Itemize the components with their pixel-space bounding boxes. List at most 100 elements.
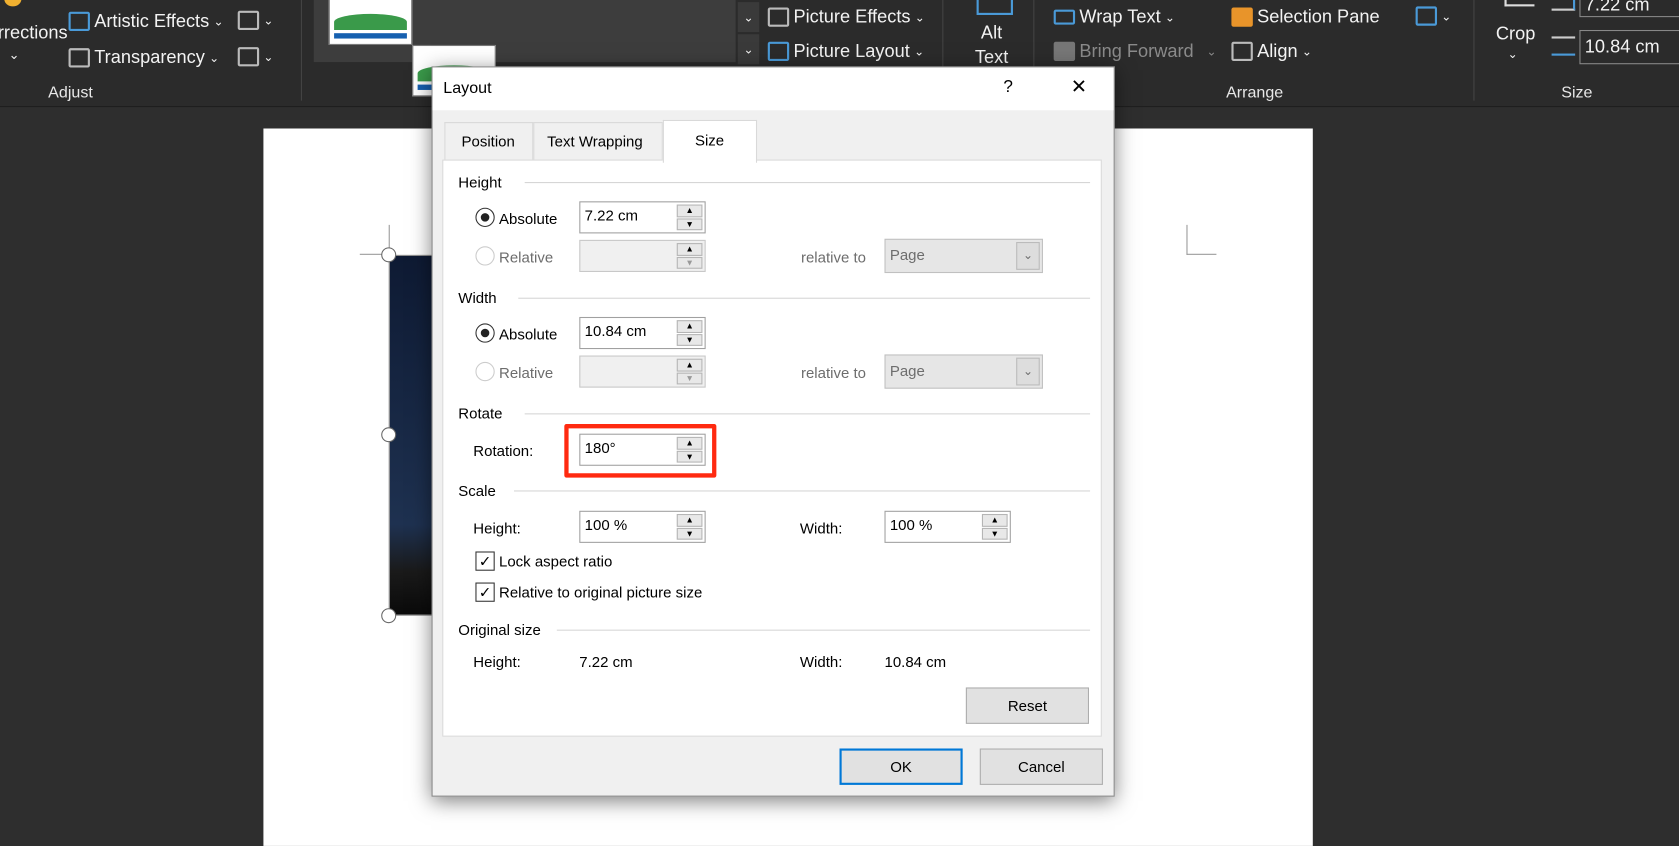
resize-handle[interactable] bbox=[381, 427, 397, 443]
spin-up-icon[interactable]: ▲ bbox=[676, 358, 703, 372]
spin-up-icon[interactable]: ▲ bbox=[676, 243, 703, 256]
picture-effects-label: Picture Effects bbox=[793, 6, 911, 27]
compress-pictures-button[interactable]: ⌄ bbox=[237, 10, 273, 30]
scale-height-input[interactable]: 100 % ▲ ▼ bbox=[579, 510, 706, 543]
reset-label: Reset bbox=[1007, 697, 1048, 715]
width-absolute-value: 10.84 cm bbox=[584, 322, 647, 340]
height-relative-radio[interactable] bbox=[475, 246, 495, 266]
selection-pane-button[interactable]: Selection Pane bbox=[1231, 6, 1380, 27]
artistic-effects-label: Artistic Effects bbox=[94, 10, 210, 32]
cancel-button[interactable]: Cancel bbox=[979, 748, 1103, 785]
rotate-button[interactable]: ⌄ bbox=[1415, 6, 1452, 26]
width-relative-radio[interactable] bbox=[475, 361, 495, 382]
gallery-more[interactable]: ⌄ bbox=[737, 34, 760, 65]
artistic-effects-button[interactable]: Artistic Effects ⌄ bbox=[68, 10, 224, 32]
tab-label: Text Wrapping bbox=[547, 132, 643, 150]
bring-forward-button[interactable]: Bring Forward ⌄ bbox=[1053, 41, 1216, 62]
divider bbox=[300, 0, 302, 101]
rotation-input[interactable]: 180° ▲ ▼ bbox=[579, 433, 706, 466]
height-absolute-radio[interactable] bbox=[475, 207, 495, 228]
arrange-group-label: Arrange bbox=[1226, 83, 1284, 102]
spin-up-icon[interactable]: ▲ bbox=[676, 320, 703, 333]
rotate-section-label: Rotate bbox=[458, 404, 503, 422]
align-label: Align bbox=[1257, 40, 1298, 62]
width-section-label: Width bbox=[458, 289, 497, 307]
crop-icon bbox=[1504, 0, 1535, 7]
reset-button[interactable]: Reset bbox=[965, 687, 1090, 724]
width-relative-to-label: relative to bbox=[800, 364, 866, 382]
chevron-down-icon: ⌄ bbox=[209, 51, 220, 65]
spinner[interactable]: ▲ ▼ bbox=[676, 320, 703, 346]
corrections-button[interactable]: rrections bbox=[0, 22, 68, 43]
original-height-label: Height: bbox=[473, 653, 521, 671]
scale-height-value: 100 % bbox=[584, 516, 628, 534]
size-group-label: Size bbox=[1561, 83, 1593, 102]
relative-original-label: Relative to original picture size bbox=[498, 583, 703, 601]
width-relative-label: Relative bbox=[498, 364, 554, 382]
spin-down-icon[interactable]: ▼ bbox=[676, 372, 703, 385]
width-absolute-input[interactable]: 10.84 cm ▲ ▼ bbox=[579, 316, 706, 350]
resize-handle[interactable] bbox=[381, 247, 397, 263]
spin-down-icon[interactable]: ▼ bbox=[676, 450, 703, 463]
gallery-scroll-down[interactable]: ⌄ bbox=[737, 2, 760, 33]
ok-button[interactable]: OK bbox=[839, 748, 963, 785]
spin-down-icon[interactable]: ▼ bbox=[676, 333, 703, 346]
scale-width-value: 100 % bbox=[889, 516, 933, 534]
spin-down-icon[interactable]: ▼ bbox=[676, 256, 703, 269]
width-relative-input[interactable]: ▲ ▼ bbox=[579, 355, 706, 388]
shape-height-input[interactable]: 7.22 cm bbox=[1579, 0, 1679, 18]
selection-pane-icon bbox=[1231, 7, 1253, 27]
align-button[interactable]: Align ⌄ bbox=[1231, 40, 1312, 62]
tab-position[interactable]: Position bbox=[444, 122, 534, 161]
spin-down-icon[interactable]: ▼ bbox=[676, 217, 703, 231]
picture-effects-button[interactable]: Picture Effects ⌄ bbox=[767, 6, 925, 27]
dialog-titlebar: Layout ? ✕ bbox=[432, 67, 1114, 111]
height-absolute-input[interactable]: 7.22 cm ▲ ▼ bbox=[579, 201, 706, 234]
reset-picture-icon bbox=[237, 47, 260, 67]
tab-label: Size bbox=[694, 131, 725, 149]
relative-original-checkbox[interactable]: ✓ bbox=[475, 582, 495, 602]
lock-aspect-label: Lock aspect ratio bbox=[498, 552, 613, 570]
scale-section-label: Scale bbox=[458, 481, 496, 499]
spin-down-icon[interactable]: ▼ bbox=[981, 527, 1008, 540]
tab-size[interactable]: Size bbox=[662, 119, 758, 163]
spin-up-icon[interactable]: ▲ bbox=[676, 204, 703, 217]
spinner[interactable]: ▲ ▼ bbox=[676, 513, 703, 540]
resize-handle[interactable] bbox=[381, 608, 397, 624]
transparency-button[interactable]: Transparency ⌄ bbox=[68, 47, 220, 68]
tab-text-wrapping[interactable]: Text Wrapping bbox=[533, 122, 663, 161]
crop-button[interactable]: Crop bbox=[1496, 24, 1535, 45]
height-relative-to-select[interactable]: Page ⌄ bbox=[884, 238, 1043, 274]
alt-text-button[interactable]: Alt Text bbox=[964, 0, 1020, 71]
spinner[interactable]: ▲ ▼ bbox=[981, 513, 1008, 540]
picture-style-thumb[interactable] bbox=[328, 0, 413, 45]
shape-width-input[interactable]: 10.84 cm bbox=[1579, 29, 1679, 65]
reset-picture-button[interactable]: ⌄ bbox=[237, 47, 273, 67]
spinner[interactable]: ▲ ▼ bbox=[676, 204, 703, 231]
scale-width-input[interactable]: 100 % ▲ ▼ bbox=[884, 510, 1011, 543]
chevron-down-icon: ⌄ bbox=[213, 15, 224, 29]
spinner[interactable]: ▲ ▼ bbox=[676, 243, 703, 269]
spin-up-icon[interactable]: ▲ bbox=[676, 436, 703, 450]
bring-forward-icon bbox=[1053, 41, 1076, 62]
picture-layout-button[interactable]: Picture Layout ⌄ bbox=[767, 41, 924, 62]
chevron-down-icon[interactable]: ⌄ bbox=[9, 47, 20, 62]
width-relative-to-select[interactable]: Page ⌄ bbox=[884, 354, 1043, 389]
chevron-down-icon[interactable]: ⌄ bbox=[1508, 47, 1518, 61]
width-absolute-radio[interactable] bbox=[475, 323, 495, 343]
shape-height-icon bbox=[1551, 0, 1576, 11]
layout-dialog: Layout ? ✕ Position Text Wrapping Size H… bbox=[431, 66, 1115, 797]
spinner[interactable]: ▲ ▼ bbox=[676, 358, 703, 385]
spin-up-icon[interactable]: ▲ bbox=[676, 513, 703, 527]
spin-down-icon[interactable]: ▼ bbox=[676, 527, 703, 540]
spin-up-icon[interactable]: ▲ bbox=[981, 513, 1008, 527]
wrap-text-button[interactable]: Wrap Text ⌄ bbox=[1053, 6, 1175, 27]
help-button[interactable]: ? bbox=[1003, 78, 1013, 97]
lock-aspect-checkbox[interactable]: ✓ bbox=[475, 551, 495, 571]
chevron-down-icon: ⌄ bbox=[1441, 10, 1452, 24]
close-button[interactable]: ✕ bbox=[1071, 76, 1087, 98]
rotation-value: 180° bbox=[584, 439, 616, 457]
height-relative-to-label: relative to bbox=[800, 248, 866, 266]
height-relative-input[interactable]: ▲ ▼ bbox=[579, 239, 706, 272]
spinner[interactable]: ▲ ▼ bbox=[676, 436, 703, 463]
